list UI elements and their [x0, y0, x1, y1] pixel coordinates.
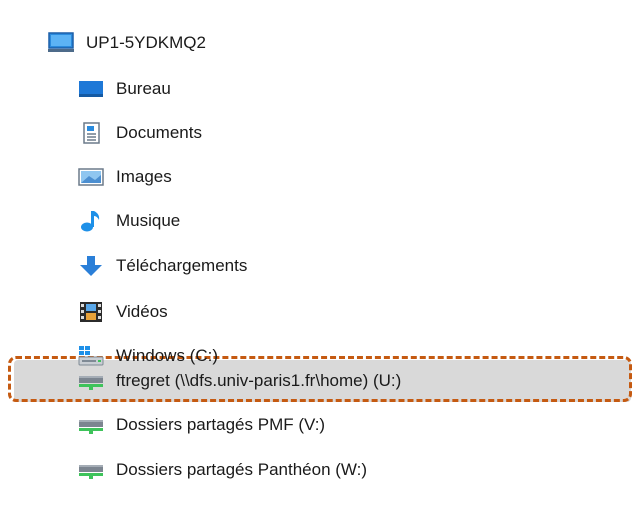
navigation-tree: UP1-5YDKMQ2 Bureau Documents Images Musi… — [0, 0, 643, 512]
music-note-icon — [78, 210, 104, 232]
video-film-icon — [78, 301, 104, 323]
tree-item-label: Musique — [116, 211, 181, 230]
tree-item-pmf-v[interactable]: Dossiers partagés PMF (V:) — [0, 405, 325, 445]
computer-icon — [48, 32, 74, 54]
network-drive-icon — [78, 459, 104, 481]
tree-item-musique[interactable]: Musique — [0, 201, 180, 241]
documents-folder-icon — [78, 122, 104, 144]
network-drive-icon — [78, 414, 104, 436]
tree-item-ftregret-u[interactable]: ftregret (\\dfs.univ-paris1.fr\home) (U:… — [0, 361, 401, 401]
tree-item-label: UP1-5YDKMQ2 — [86, 33, 206, 52]
tree-item-telechargements[interactable]: Téléchargements — [0, 246, 247, 286]
images-folder-icon — [78, 166, 104, 188]
tree-item-label: Images — [116, 167, 172, 186]
tree-item-documents[interactable]: Documents — [0, 113, 202, 153]
tree-item-images[interactable]: Images — [0, 157, 172, 197]
tree-item-computer[interactable]: UP1-5YDKMQ2 — [0, 23, 206, 63]
network-drive-icon — [78, 370, 104, 392]
desktop-folder-icon — [78, 78, 104, 100]
tree-item-pantheon-w[interactable]: Dossiers partagés Panthéon (W:) — [0, 450, 367, 490]
tree-item-label: Téléchargements — [116, 256, 248, 275]
tree-item-label: Documents — [116, 123, 202, 142]
tree-item-bureau[interactable]: Bureau — [0, 69, 171, 109]
tree-item-label: Dossiers partagés Panthéon (W:) — [116, 460, 368, 479]
tree-item-label: Vidéos — [116, 302, 168, 321]
tree-item-label: ftregret (\\dfs.univ-paris1.fr\home) (U:… — [116, 371, 402, 390]
tree-item-videos[interactable]: Vidéos — [0, 292, 168, 332]
tree-item-label: Dossiers partagés PMF (V:) — [116, 415, 326, 434]
download-arrow-icon — [78, 255, 104, 277]
tree-item-label: Bureau — [116, 79, 171, 98]
